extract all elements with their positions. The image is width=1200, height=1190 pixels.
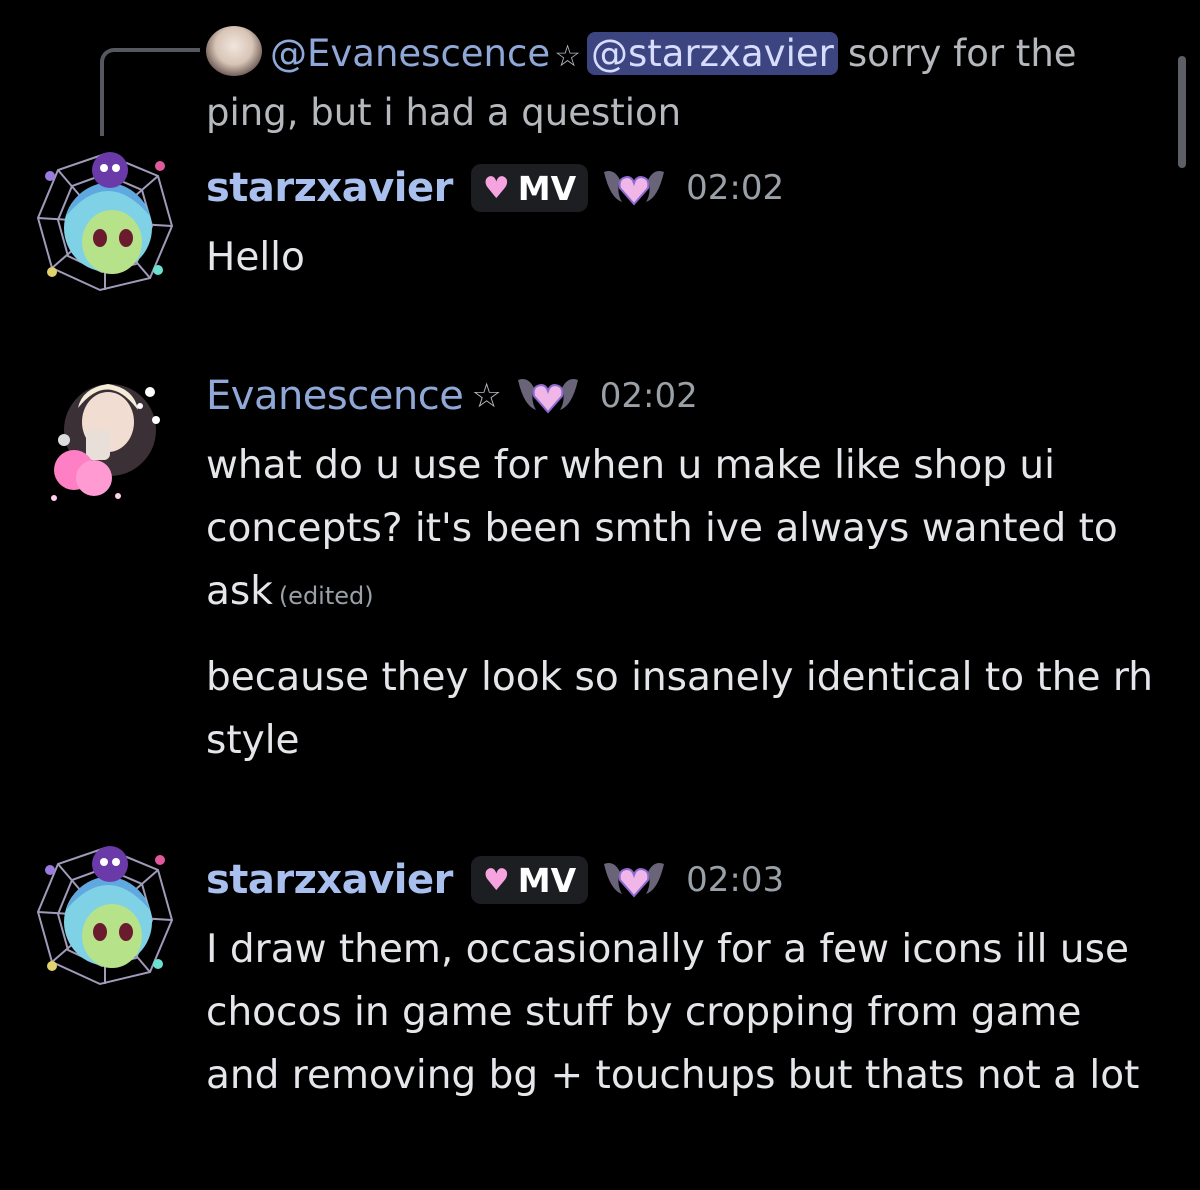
mention-tag[interactable]: @starzxavier xyxy=(587,32,838,75)
username[interactable]: Evanescence xyxy=(206,373,464,419)
username[interactable]: starzxavier xyxy=(206,857,453,903)
avatar[interactable] xyxy=(30,840,180,990)
timestamp: 02:03 xyxy=(686,860,785,900)
message-text: Hello xyxy=(206,235,305,280)
reply-avatar[interactable] xyxy=(206,26,262,76)
role-label: MV xyxy=(517,168,577,208)
bat-heart-icon[interactable] xyxy=(516,374,580,418)
message-text: because they look so insanely identical … xyxy=(206,655,1153,763)
heart-icon: ♥ xyxy=(482,862,510,898)
avatar[interactable] xyxy=(30,370,180,520)
role-label: MV xyxy=(517,860,577,900)
message-header: Evanescence ☆ 02:02 xyxy=(206,366,698,426)
scrollbar[interactable] xyxy=(1178,56,1186,168)
bat-heart-icon[interactable] xyxy=(602,166,666,210)
chat-view: @Evanescence ☆ @starzxavier sorry for the p… xyxy=(0,0,1200,1190)
reply-preview[interactable]: @Evanescence ☆ @starzxavier sorry for the p… xyxy=(206,26,1166,141)
star-icon: ☆ xyxy=(471,376,502,416)
reply-connector xyxy=(100,48,200,136)
heart-icon: ♥ xyxy=(482,170,510,206)
role-tag[interactable]: ♥ MV xyxy=(470,164,589,212)
star-icon: ☆ xyxy=(554,39,582,74)
role-tag[interactable]: ♥ MV xyxy=(470,856,589,904)
reply-author[interactable]: @Evanescence xyxy=(270,32,550,75)
bat-heart-icon[interactable] xyxy=(602,858,666,902)
username[interactable]: starzxavier xyxy=(206,165,453,211)
message-text: I draw them, occasionally for a few icon… xyxy=(206,927,1140,1098)
message-text-wrapper: what do u use for when u make like shop … xyxy=(206,434,1166,628)
message-header: starzxavier ♥ MV 02:02 xyxy=(206,158,784,218)
timestamp: 02:02 xyxy=(686,168,785,208)
avatar[interactable] xyxy=(30,146,180,296)
timestamp: 02:02 xyxy=(599,376,698,416)
edited-label: (edited) xyxy=(278,582,374,610)
message-header: starzxavier ♥ MV 02:03 xyxy=(206,850,784,910)
